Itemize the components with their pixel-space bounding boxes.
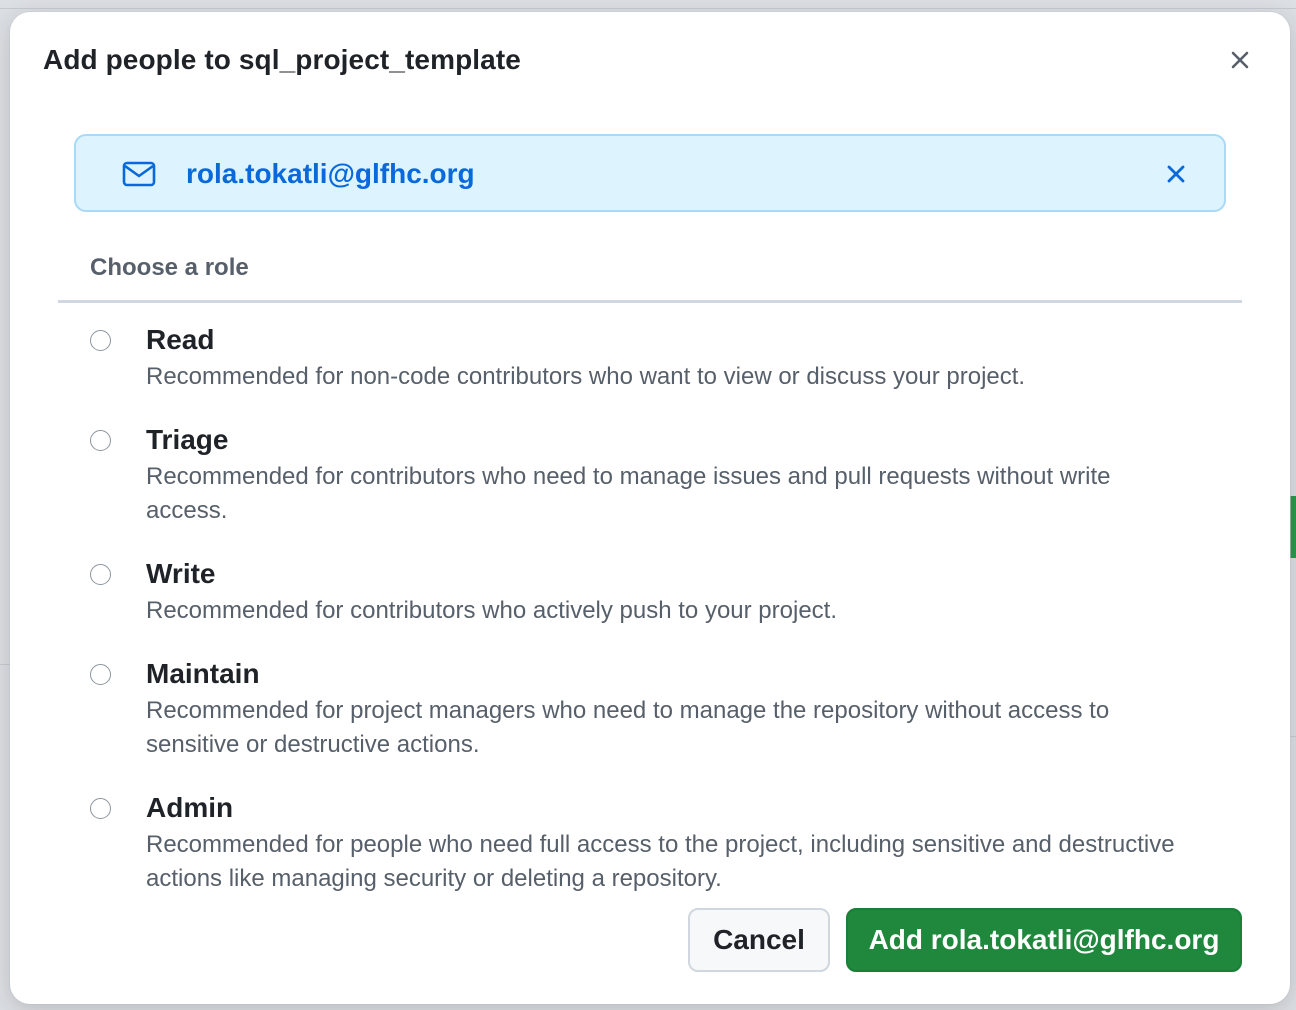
invitee-chip: rola.tokatli@glfhc.org: [74, 134, 1226, 212]
background-divider: [0, 664, 10, 665]
role-name: Write: [146, 558, 216, 589]
close-icon: [1167, 165, 1185, 183]
role-description: Recommended for contributors who need to…: [146, 463, 1111, 524]
role-divider: [58, 300, 1242, 303]
role-radio-admin[interactable]: [90, 798, 111, 819]
role-name: Triage: [146, 424, 229, 455]
dialog-close-button[interactable]: [1222, 42, 1258, 78]
role-radio-write[interactable]: [90, 564, 111, 585]
choose-role-heading: Choose a role: [90, 254, 249, 281]
role-radio-triage[interactable]: [90, 430, 111, 451]
role-radio-maintain[interactable]: [90, 664, 111, 685]
mail-icon: [122, 161, 156, 187]
role-description: Recommended for people who need full acc…: [146, 831, 1175, 892]
role-description: Recommended for contributors who activel…: [146, 597, 837, 624]
invitee-email: rola.tokatli@glfhc.org: [186, 158, 475, 189]
role-description: Recommended for non-code contributors wh…: [146, 363, 1026, 390]
role-name: Maintain: [146, 658, 260, 689]
role-description: Recommended for project managers who nee…: [146, 697, 1110, 758]
role-name: Read: [146, 324, 215, 355]
add-people-dialog: Add people to sql_project_template rola.…: [10, 12, 1290, 1004]
close-icon: [1231, 51, 1249, 69]
role-radio-read[interactable]: [90, 330, 111, 351]
dialog-title: Add people to sql_project_template: [43, 44, 521, 75]
role-name: Admin: [146, 792, 234, 823]
add-person-button[interactable]: Add rola.tokatli@glfhc.org: [846, 908, 1242, 972]
cancel-button[interactable]: Cancel: [688, 908, 830, 972]
remove-invitee-button[interactable]: [1158, 156, 1194, 192]
background-divider: [0, 8, 1296, 9]
